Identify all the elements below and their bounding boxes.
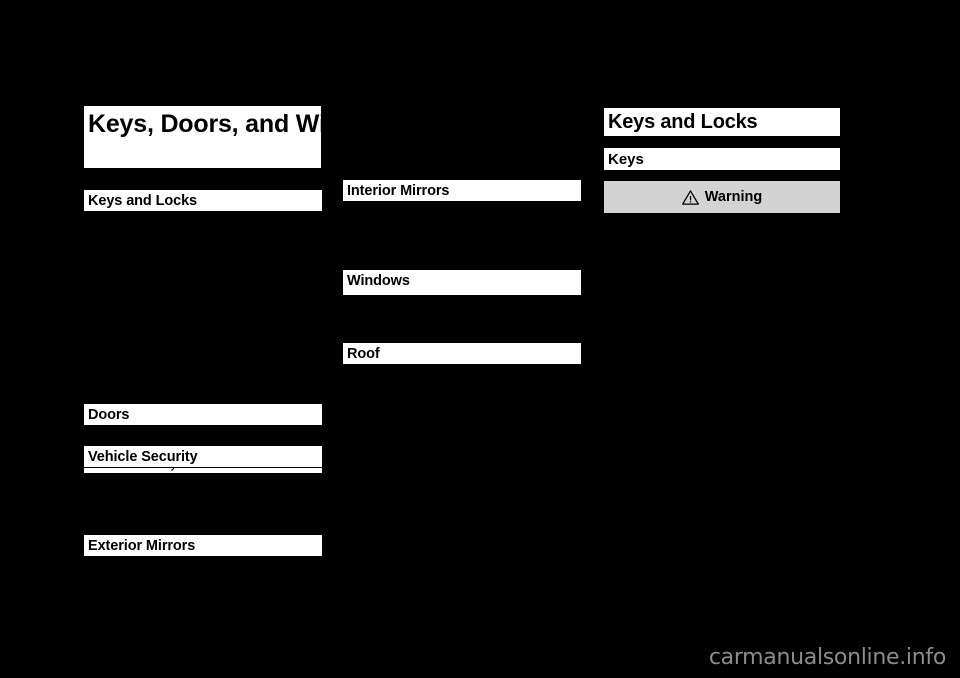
section-heading-interior-mirrors[interactable]: Interior Mirrors [343, 180, 581, 201]
chapter-title: Keys, Doors, and Windows [84, 106, 321, 168]
section-heading-doors[interactable]: Doors [84, 404, 322, 425]
subsection-heading-keys: Keys [604, 148, 840, 170]
section-heading-exterior-mirrors[interactable]: Exterior Mirrors [84, 535, 322, 556]
section-heading-roof[interactable]: Roof [343, 343, 581, 364]
clipped-entry-windows: Windows [343, 291, 581, 295]
watermark: carmanualsonline.info [708, 645, 946, 670]
clipped-entry-windows-text: Windows [343, 291, 581, 294]
warning-triangle-icon [681, 189, 699, 205]
clipped-entry-vehicle-security: Vehicle Security [84, 468, 322, 473]
section-heading-keys-and-locks-body: Keys and Locks [604, 108, 840, 136]
clipped-entry-vehicle-security-text: Vehicle Security [84, 468, 322, 471]
manual-page: Keys, Doors, and Windows Keys and Locks … [0, 0, 960, 678]
warning-box: Warning [604, 181, 840, 213]
section-heading-vehicle-security[interactable]: Vehicle Security [84, 446, 322, 467]
section-heading-keys-and-locks[interactable]: Keys and Locks [84, 190, 322, 211]
section-heading-windows[interactable]: Windows [343, 270, 581, 291]
warning-label: Warning [704, 189, 763, 205]
